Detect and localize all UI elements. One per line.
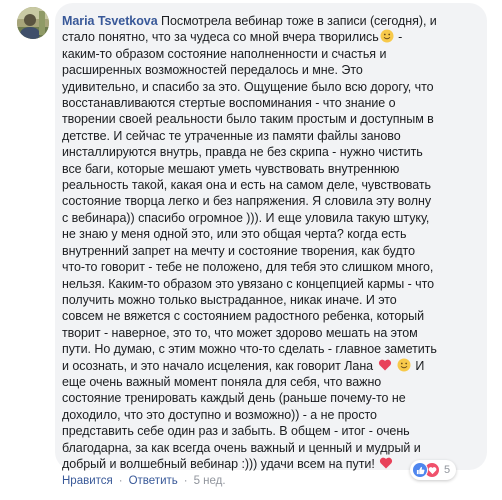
comment-author[interactable]: Maria Tsvetkova <box>62 14 158 28</box>
comment-line: реальность такой, какая она и есть на са… <box>62 178 432 193</box>
comment-line: не знаю у меня одной это, или это общая … <box>62 227 407 242</box>
separator-dot: · <box>183 475 188 487</box>
separator-dot: · <box>118 475 123 487</box>
comment-line: представить себе один раз и забыть. В об… <box>62 424 410 439</box>
comment-line: состояние творца легко и без напряжения.… <box>62 194 432 209</box>
comment-line: расширенных возможностей передалось и мн… <box>62 63 363 78</box>
comment-line: благодарна, за как всегда очень важный и… <box>62 440 421 455</box>
like-icon <box>412 462 428 478</box>
comment-line: инсталлируются внутрь, правда не без скр… <box>62 145 423 160</box>
reply-link[interactable]: Ответить <box>129 475 178 487</box>
comment-line: творении своей реальности было таким про… <box>62 112 434 127</box>
reactions-summary[interactable]: 5 <box>410 460 457 480</box>
comment-line: восстанавливаются стертые воспоминания -… <box>62 96 396 111</box>
comment-line: внутренний запрет на мечту и состояние т… <box>62 243 415 258</box>
comment-line: нельзя. Каким-то образом это увязано с к… <box>62 276 435 291</box>
avatar-image <box>17 7 49 39</box>
comment-actions: Нравится · Ответить · 5 нед. <box>62 475 226 487</box>
comment-line: творит - наверное, это то, что может здо… <box>62 325 418 340</box>
comment-line: совсем не вяжется с состоянием радостног… <box>62 309 425 324</box>
comment-line: каким-то образом состояние наполненности… <box>62 46 387 61</box>
heart-emoji-icon <box>379 456 393 470</box>
comment-line: пути. Но думаю, с этим можно что-то сдел… <box>62 342 437 357</box>
comment-line: стало понятно, что за чудеса со мной вче… <box>62 29 403 45</box>
comment-line: что-то говорит - тебе не положено, для т… <box>62 260 434 275</box>
comment-line: и осознать, и это начало исцеления, как … <box>62 358 425 373</box>
comment-line: детстве. И сейчас те утраченные из памят… <box>62 128 401 143</box>
comment-line: еще очень важный момент поняла для себя,… <box>62 374 382 389</box>
comment-line: получить можно только выстраданное, ника… <box>62 292 397 307</box>
comment-line: состояние тренировать каждый день (раньш… <box>62 391 406 406</box>
smile-emoji-icon <box>380 29 394 43</box>
comment-line: все баги, которые мешают уметь чувствова… <box>62 161 400 176</box>
smile-emoji-icon <box>397 358 411 372</box>
timestamp[interactable]: 5 нед. <box>194 475 226 487</box>
heart-emoji-icon <box>378 358 392 372</box>
comment-line: с вебинара)) спасибо огромное ))). И еще… <box>62 210 430 225</box>
like-link[interactable]: Нравится <box>62 475 113 487</box>
comment-bubble: Maria Tsvetkova Посмотрела вебинар тоже … <box>55 3 487 472</box>
comment-line: Maria Tsvetkova Посмотрела вебинар тоже … <box>62 14 437 28</box>
avatar[interactable] <box>17 7 49 39</box>
comment-text: Maria Tsvetkova Посмотрела вебинар тоже … <box>62 13 475 472</box>
comment-line: доходило, что это доступно и возможно)) … <box>62 407 377 422</box>
reaction-count: 5 <box>444 464 451 476</box>
comment-line: удивительно, и спасибо за это. Ощущение … <box>62 79 434 94</box>
